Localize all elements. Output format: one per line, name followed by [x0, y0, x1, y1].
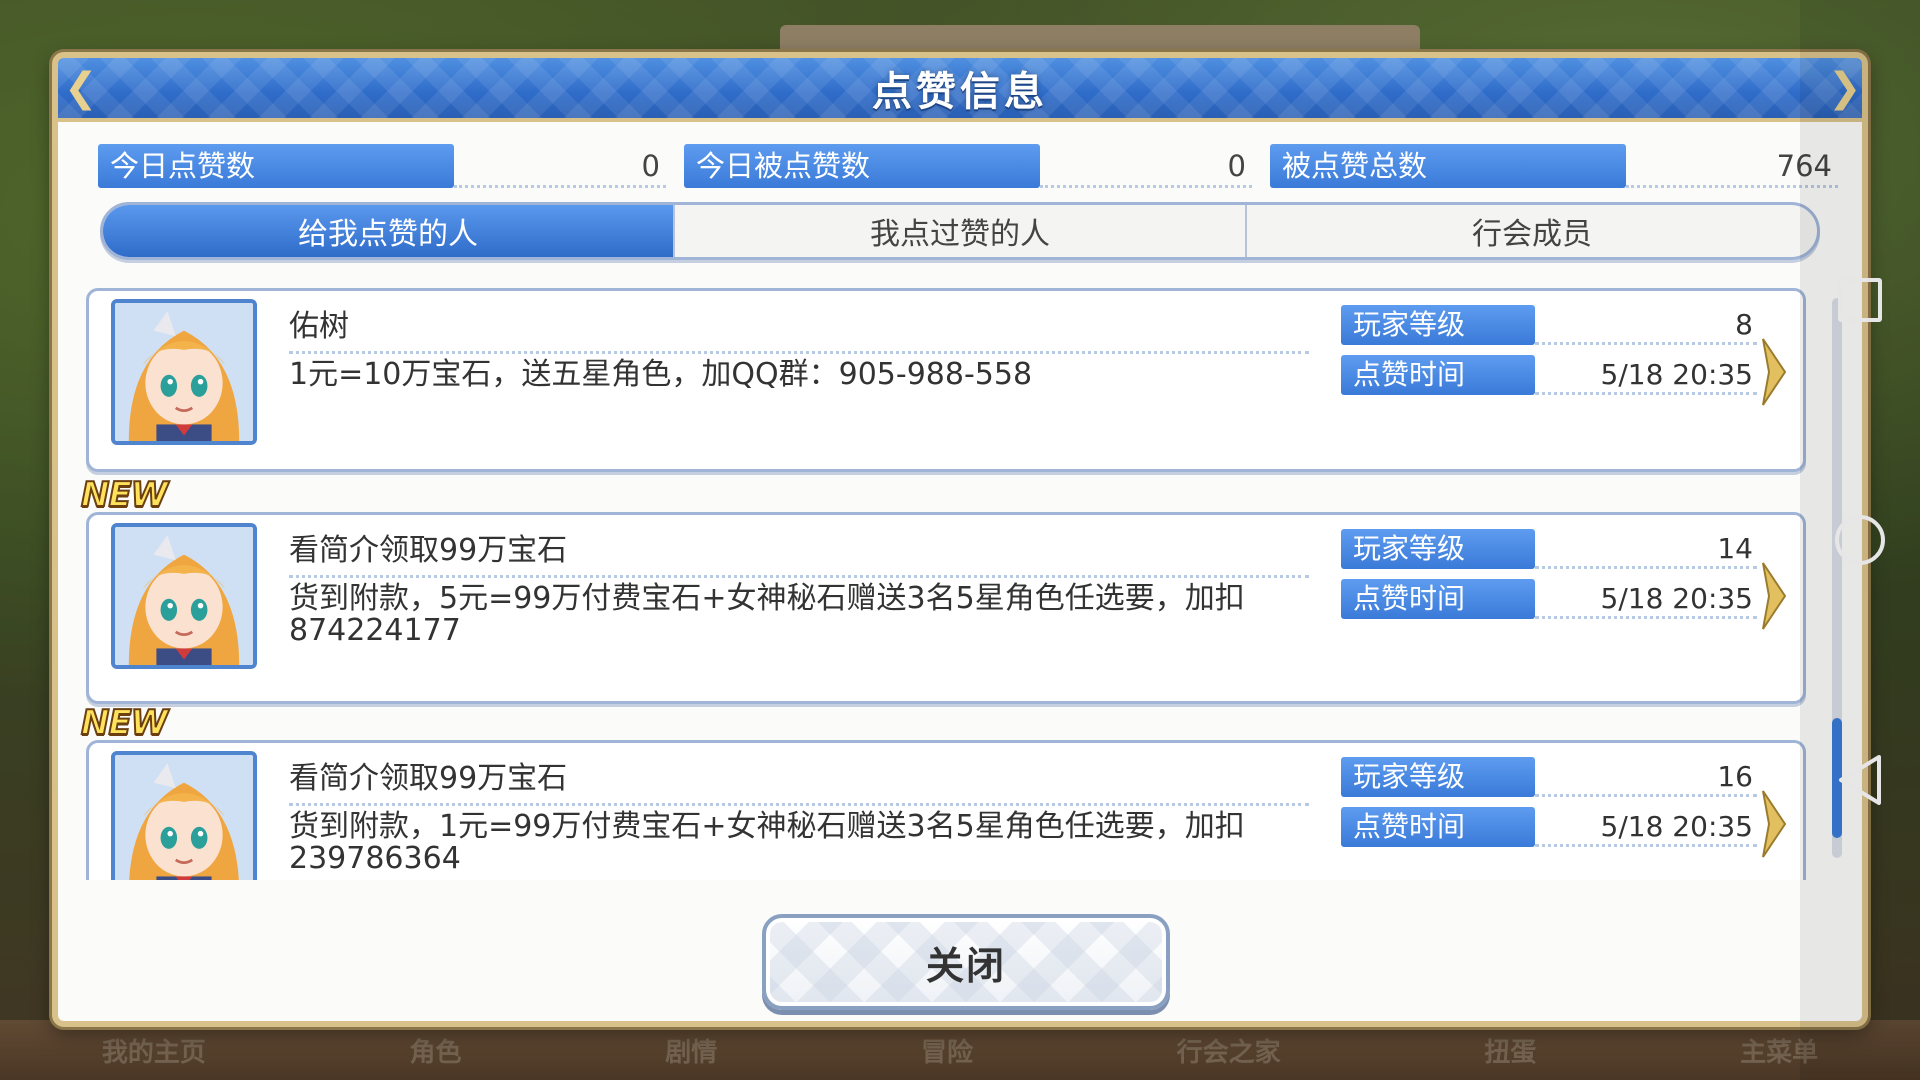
stat-today-liked: 今日被点赞数 0	[684, 144, 1252, 188]
list-item[interactable]: NEW 看简介领取99万宝石 货到附款，5元=99万付费宝石+女神秘石赠送3名5…	[80, 474, 1806, 704]
stat-label: 今日点赞数	[98, 144, 454, 188]
level-value: 16	[1535, 757, 1757, 797]
bottom-menu-item: 我的主页	[101, 1037, 206, 1068]
tab-bar: 给我点赞的人 我点过赞的人 行会成员	[100, 202, 1820, 260]
like-list[interactable]: 佑树 1元=10万宝石，送五星角色，加QQ群：905-988-558 玩家等级 …	[58, 280, 1862, 880]
level-row: 玩家等级 16	[1341, 757, 1757, 797]
bottom-menu-item: 角色	[409, 1037, 462, 1068]
avatar[interactable]	[111, 751, 257, 880]
list-item[interactable]: NEW 看简介领取99万宝石 货到附款，1元=99万付费宝石+女神秘石赠送3名5…	[80, 702, 1806, 880]
time-value: 5/18 20:35	[1535, 807, 1757, 847]
tab-i-liked[interactable]: 我点过赞的人	[675, 205, 1247, 257]
background-bottom-menu: 我的主页 角色 剧情 冒险 行会之家 扭蛋 主菜单	[0, 1020, 1920, 1080]
bottom-menu-item: 剧情	[665, 1037, 718, 1068]
level-label: 玩家等级	[1341, 305, 1535, 345]
level-value: 8	[1535, 305, 1757, 345]
close-button[interactable]: 关闭	[762, 914, 1170, 1010]
player-name: 佑树	[289, 301, 1309, 354]
character-portrait-icon	[115, 755, 253, 880]
level-row: 玩家等级 14	[1341, 529, 1757, 569]
player-description: 1元=10万宝石，送五星角色，加QQ群：905-988-558	[289, 357, 1033, 392]
new-badge: NEW	[80, 474, 169, 516]
time-value: 5/18 20:35	[1535, 355, 1757, 395]
time-row: 点赞时间 5/18 20:35	[1341, 355, 1757, 395]
dialog-title: 点赞信息	[872, 69, 1048, 115]
ornament-left-icon: ❮	[64, 65, 98, 111]
level-row: 玩家等级 8	[1341, 305, 1757, 345]
level-label: 玩家等级	[1341, 757, 1535, 797]
dialog-title-bar: ❮ 点赞信息 ❯	[58, 58, 1862, 122]
new-badge: NEW	[80, 702, 169, 744]
home-icon[interactable]	[1822, 502, 1898, 578]
player-name: 看简介领取99万宝石	[289, 525, 1309, 578]
bottom-menu-item: 扭蛋	[1484, 1037, 1537, 1068]
level-value: 14	[1535, 529, 1757, 569]
avatar[interactable]	[111, 299, 257, 445]
player-description: 货到附款，5元=99万付费宝石+女神秘石赠送3名5星角色任选要，加扣874224…	[289, 581, 1245, 648]
stat-today-likes: 今日点赞数 0	[98, 144, 666, 188]
recent-apps-icon[interactable]	[1822, 262, 1898, 338]
list-item[interactable]: 佑树 1元=10万宝石，送五星角色，加QQ群：905-988-558 玩家等级 …	[86, 288, 1806, 472]
time-label: 点赞时间	[1341, 579, 1535, 619]
bottom-menu-item: 行会之家	[1176, 1037, 1281, 1068]
character-portrait-icon	[115, 303, 253, 441]
stat-total-liked: 被点赞总数 764	[1270, 144, 1838, 188]
player-description: 货到附款，1元=99万付费宝石+女神秘石赠送3名5星角色任选要，加扣239786…	[289, 809, 1245, 876]
stat-value: 0	[454, 144, 666, 188]
time-row: 点赞时间 5/18 20:35	[1341, 807, 1757, 847]
level-label: 玩家等级	[1341, 529, 1535, 569]
time-label: 点赞时间	[1341, 807, 1535, 847]
time-value: 5/18 20:35	[1535, 579, 1757, 619]
like-info-dialog: ❮ 点赞信息 ❯ 今日点赞数 0 今日被点赞数 0 被点赞总数 764 给我点赞…	[52, 52, 1868, 1027]
chevron-right-icon[interactable]	[1759, 787, 1789, 861]
time-label: 点赞时间	[1341, 355, 1535, 395]
chevron-right-icon[interactable]	[1759, 335, 1789, 409]
tab-guild-members[interactable]: 行会成员	[1247, 205, 1817, 257]
player-name: 看简介领取99万宝石	[289, 753, 1309, 806]
chevron-right-icon[interactable]	[1759, 559, 1789, 633]
back-icon[interactable]	[1822, 742, 1898, 818]
tab-liked-me[interactable]: 给我点赞的人	[103, 205, 675, 257]
stat-label: 被点赞总数	[1270, 144, 1626, 188]
stats-row: 今日点赞数 0 今日被点赞数 0 被点赞总数 764	[98, 144, 1838, 188]
avatar[interactable]	[111, 523, 257, 669]
time-row: 点赞时间 5/18 20:35	[1341, 579, 1757, 619]
character-portrait-icon	[115, 527, 253, 665]
stat-label: 今日被点赞数	[684, 144, 1040, 188]
system-nav-bar	[1800, 0, 1920, 1080]
stat-value: 0	[1040, 144, 1252, 188]
bottom-menu-item: 冒险	[920, 1037, 973, 1068]
